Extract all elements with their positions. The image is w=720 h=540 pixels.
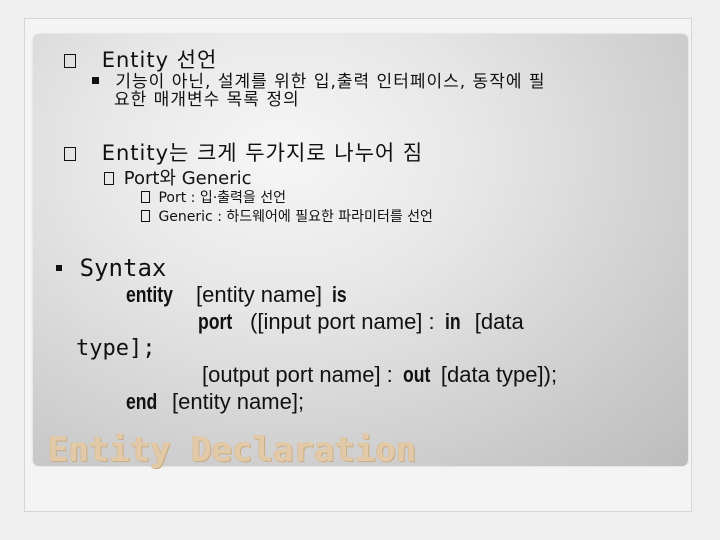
subsub-bullet-generic: Generic : 하드웨어에 필요한 파라미터를 선언 (141, 206, 433, 226)
small-square-bullet-icon (56, 265, 62, 271)
subsub-bullet-text: Port : 입·출력을 선언 (158, 190, 287, 206)
keyword-port: port (198, 309, 233, 334)
square-bullet-icon (64, 147, 76, 161)
square-bullet-icon (104, 172, 114, 185)
sub-bullet-line1: 기능이 아닌, 설계를 위한 입,출력 인터페이스, 동작에 필 (115, 72, 546, 92)
keyword-entity: entity (126, 282, 173, 307)
square-bullet-icon (141, 210, 150, 222)
sub-bullet-text: Port와 Generic (123, 168, 252, 189)
keyword-in: in (444, 309, 461, 334)
syntax-bullet: Syntax (56, 254, 166, 282)
data-type-placeholder: [data (474, 309, 524, 334)
subsub-bullet-text: Generic : 하드웨어에 필요한 파라미터를 선언 (158, 209, 433, 225)
subsub-bullet-port: Port : 입·출력을 선언 (141, 187, 286, 207)
square-bullet-icon (64, 54, 76, 68)
syntax-line-3: type]; (76, 336, 156, 361)
input-port-placeholder: ([input port name] : (250, 309, 435, 334)
keyword-is: is (332, 282, 347, 307)
syntax-label: Syntax (79, 254, 167, 282)
slide: Entity 선언 기능이 아닌, 설계를 위한 입,출력 인터페이스, 동작에… (0, 0, 720, 540)
data-type-placeholder: [data type]); (440, 362, 558, 387)
keyword-out: out (402, 362, 431, 387)
small-square-bullet-icon (92, 77, 99, 84)
entity-name-placeholder: [entity name] (196, 282, 322, 307)
keyword-end: end (126, 389, 158, 414)
bullet-entity-declare: Entity 선언 (64, 44, 217, 74)
bullet-entity-parts: Entity는 크게 두가지로 나누어 짐 (64, 137, 423, 167)
syntax-line-2: port ([input port name] : in [data (198, 309, 524, 335)
bullet-text: Entity 선언 (101, 48, 218, 72)
square-bullet-icon (141, 191, 150, 203)
output-port-placeholder: [output port name] : (202, 362, 393, 387)
syntax-line-5: end [entity name]; (126, 389, 304, 415)
syntax-line-1: entity [entity name] is (126, 282, 350, 308)
slide-title: Entity Declaration (48, 430, 417, 470)
entity-name-placeholder: [entity name]; (172, 389, 305, 414)
bullet-text: Entity는 크게 두가지로 나누어 짐 (101, 141, 424, 165)
sub-bullet-interface: 기능이 아닌, 설계를 위한 입,출력 인터페이스, 동작에 필 (92, 72, 546, 92)
sub-bullet-line2: 요한 매개변수 목록 정의 (114, 90, 300, 110)
syntax-line-4: [output port name] : out [data type]); (202, 362, 557, 388)
